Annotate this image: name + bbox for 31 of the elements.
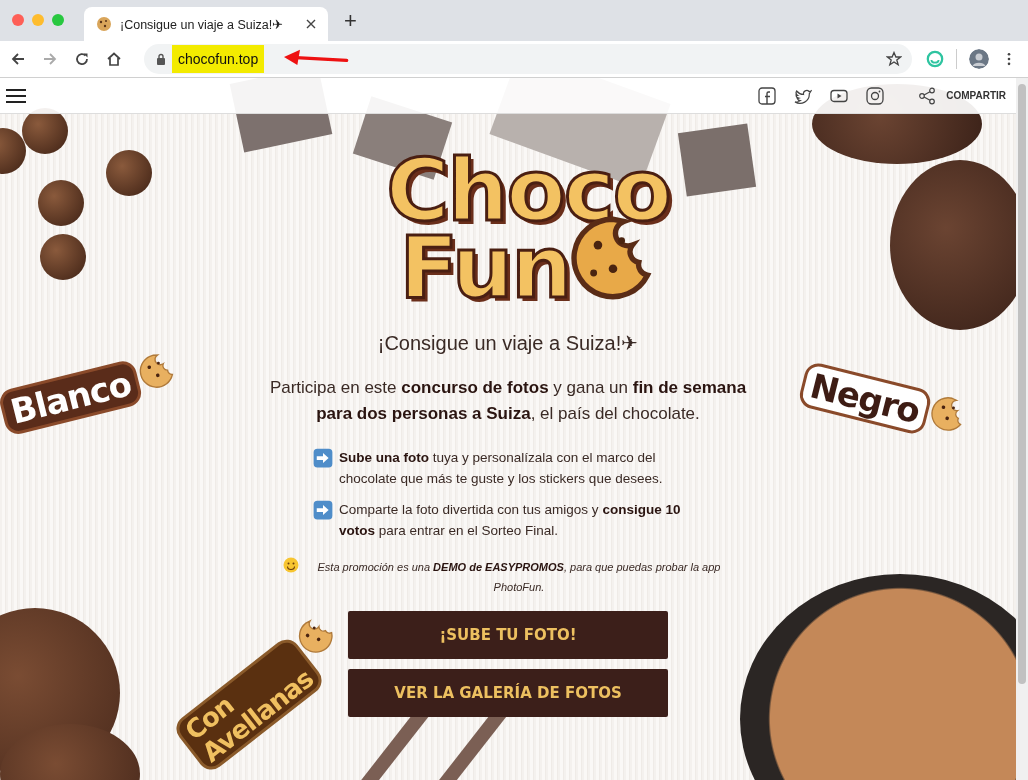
step-text: Sube una foto tuya y personalízala con el marco del chocolate que más te guste y los stickers que desees.	[339, 448, 664, 488]
lock-icon	[156, 53, 166, 65]
new-tab-button[interactable]: +	[344, 9, 357, 32]
reload-icon[interactable]	[74, 51, 90, 67]
headline: ¡Consigue un viaje a Suiza!✈	[377, 330, 639, 355]
bookmark-star-icon[interactable]	[886, 51, 902, 67]
menu-icon[interactable]	[1007, 52, 1011, 66]
home-icon[interactable]	[106, 51, 122, 67]
share-button[interactable]: COMPARTIR	[918, 86, 1006, 105]
intro-paragraph: Participa en este concurso de fotos y gana un fin de semana para dos personas a Suiza, el país del chocolate.	[268, 376, 748, 425]
step-text: Comparte la foto divertida con tus amigos y consigue 10 votos para entrar en el Sorteo Final.	[339, 500, 682, 540]
demo-note: Esta promoción es una DEMO de EASYPROMOS, para que puedas probar la app PhotoFun.	[316, 559, 722, 595]
cookie-icon	[96, 16, 112, 32]
facebook-icon[interactable]	[758, 86, 777, 105]
chocolate-ball	[40, 234, 86, 280]
chocolate-ball	[106, 150, 152, 196]
menu-icon[interactable]	[6, 87, 26, 104]
profile-avatar[interactable]	[969, 49, 989, 69]
instagram-icon[interactable]	[866, 86, 885, 105]
chocolate-ball	[38, 180, 84, 226]
url-text: chocofun.top	[172, 45, 265, 73]
browser-tab[interactable]: ¡Consigue un viaje a Suiza!✈	[84, 7, 328, 41]
cta-button[interactable]: ¡SUBE TU FOTO!	[348, 610, 668, 659]
cta-button[interactable]: VER LA GALERÍA DE FOTOS	[348, 668, 668, 717]
share-icon	[918, 86, 937, 105]
address-bar[interactable]: chocofun.top	[144, 44, 912, 74]
choco-fun-logo: Choco Fun	[386, 152, 670, 307]
scrollbar-thumb[interactable]	[1018, 84, 1026, 684]
close-tab-icon[interactable]	[306, 19, 316, 29]
back-icon[interactable]	[10, 51, 26, 67]
smiley-icon	[283, 556, 299, 573]
